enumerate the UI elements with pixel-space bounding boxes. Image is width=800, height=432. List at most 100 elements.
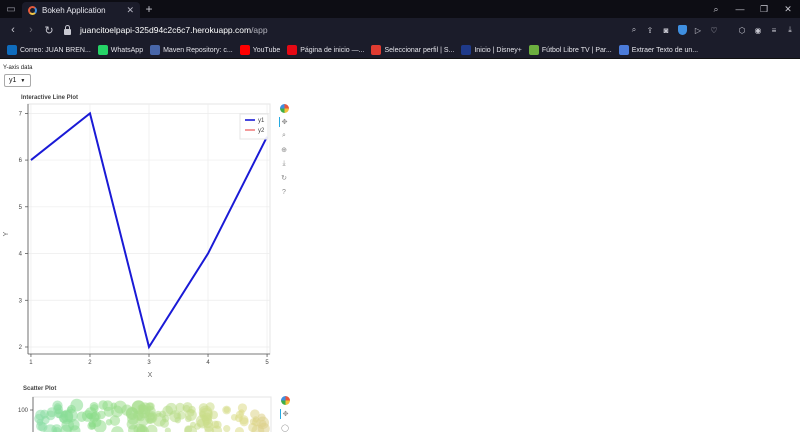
minimize-icon[interactable]: — — [728, 4, 752, 14]
bookmark-label: Correo: JUAN BREN... — [20, 46, 91, 54]
scatter-point — [61, 410, 68, 418]
bokeh-logo-icon[interactable] — [279, 103, 289, 113]
heart-icon[interactable]: ♡ — [708, 24, 720, 36]
x-tick-label: 5 — [265, 360, 269, 366]
bookmark-label: YouTube — [252, 46, 281, 54]
x-tick-label: 4 — [206, 360, 210, 366]
bookmark-item[interactable]: Extraer Texto de un... — [618, 45, 699, 55]
scatter-point — [235, 410, 244, 419]
bookmark-favicon-icon — [528, 45, 539, 55]
bookmark-label: Seleccionar perfil | S... — [384, 46, 455, 54]
bookmark-favicon-icon — [7, 45, 17, 55]
scatter-point — [249, 418, 258, 426]
help-tool-icon[interactable]: ? — [279, 187, 289, 197]
bookmark-label: Extraer Texto de un... — [631, 46, 699, 54]
scatter-y-tick-label: 100 — [18, 408, 29, 414]
browser-titlebar: ▭ Bokeh Application ✕ + ⌕ — ❐ ✕ — [0, 0, 800, 18]
bookmark-favicon-icon — [97, 45, 108, 55]
pan-tool-icon[interactable]: ✥ — [280, 409, 290, 419]
bookmark-label: Fútbol Libre TV | Par... — [541, 46, 612, 54]
lock-icon[interactable] — [58, 24, 76, 35]
scatter-point — [98, 400, 108, 410]
url-field[interactable]: juancitoelpapi-325d94c2c6c7.herokuapp.co… — [80, 25, 268, 35]
restore-icon[interactable]: ❐ — [752, 4, 776, 15]
line-plot[interactable]: 1 2 3 4 5 2 3 4 5 6 7 X Yy1 y2 100 — [0, 59, 800, 432]
camera-icon[interactable]: ◙ — [660, 24, 672, 36]
bookmark-favicon-icon — [239, 45, 250, 55]
menu-icon[interactable]: ≡ — [768, 24, 780, 36]
forward-icon[interactable]: › — [22, 24, 40, 36]
y-tick-label: 5 — [19, 205, 23, 211]
bookmark-item[interactable]: WhatsApp — [97, 45, 144, 55]
address-bar: ‹ › ↻ juancitoelpapi-325d94c2c6c7.heroku… — [0, 18, 800, 42]
save-tool-icon[interactable]: ⤓ — [279, 159, 289, 169]
scatter-point — [90, 404, 99, 413]
x-axis-label: X — [148, 372, 153, 379]
scatter-point — [67, 404, 76, 414]
bookmark-favicon-icon — [461, 45, 472, 55]
scatter-plot-toolbar: ✥ ◯ — [280, 395, 290, 432]
bokeh-favicon-icon — [28, 5, 37, 15]
close-tab-icon[interactable]: ✕ — [126, 5, 134, 16]
bookmark-item[interactable]: Fútbol Libre TV | Par... — [528, 45, 612, 55]
x-tick-label: 2 — [88, 360, 92, 366]
close-window-icon[interactable]: ✕ — [776, 4, 800, 15]
bookmark-item[interactable]: Inicio | Disney+ — [461, 45, 522, 55]
tab-actions-icon[interactable]: ▭ — [0, 0, 22, 18]
y-axis-label: Y — [3, 231, 10, 236]
bookmark-item[interactable]: Correo: JUAN BREN... — [7, 45, 91, 55]
bookmark-label: Página de inicio —... — [300, 46, 365, 54]
x-tick-label: 1 — [29, 360, 33, 366]
bokeh-logo-icon[interactable] — [280, 395, 290, 405]
cube-icon[interactable]: ⬡ — [736, 24, 748, 36]
scatter-plot-title: Scatter Plot — [23, 386, 57, 392]
y-tick-label: 3 — [19, 298, 23, 304]
y-tick-label: 4 — [19, 252, 23, 258]
lasso-tool-icon[interactable]: ◯ — [280, 423, 290, 432]
scatter-point — [162, 405, 174, 417]
reload-icon[interactable]: ↻ — [40, 24, 58, 37]
pan-tool-icon[interactable]: ✥ — [279, 117, 289, 127]
bookmark-favicon-icon — [150, 45, 161, 55]
play-icon[interactable]: ▷ — [692, 24, 704, 36]
scatter-point — [92, 417, 102, 427]
bookmark-item[interactable]: Maven Repository: c... — [150, 45, 233, 55]
bookmark-item[interactable]: YouTube — [239, 45, 281, 55]
y-tick-label: 7 — [19, 111, 23, 117]
scatter-point — [239, 417, 249, 427]
scatter-point — [199, 410, 206, 418]
bokeh-page: Y-axis data y1 ▼ Interactive Line Plot 1… — [0, 59, 800, 432]
bookmarks-bar: Correo: JUAN BREN... WhatsApp Maven Reposi… — [0, 42, 800, 59]
y-tick-label: 6 — [19, 158, 23, 164]
wheel-zoom-tool-icon[interactable]: ⊕ — [279, 145, 289, 155]
bookmark-favicon-icon — [618, 45, 629, 55]
vpn-shield-icon[interactable] — [676, 24, 688, 36]
share-icon[interactable]: ⇪ — [644, 24, 656, 36]
box-zoom-tool-icon[interactable]: ⌕ — [279, 131, 289, 141]
bookmark-label: Maven Repository: c... — [163, 46, 233, 54]
line-plot-toolbar: ✥ ⌕ ⊕ ⤓ ↻ ? — [279, 103, 289, 197]
legend-label: y2 — [258, 128, 265, 134]
extensions-icon[interactable]: ◉ — [752, 24, 764, 36]
bookmark-item[interactable]: Seleccionar perfil | S... — [371, 45, 454, 55]
tab-title: Bokeh Application — [42, 5, 106, 15]
zoom-icon[interactable]: ⌕ — [628, 24, 640, 36]
scatter-point — [205, 402, 215, 412]
new-tab-icon[interactable]: + — [140, 0, 158, 18]
bookmark-label: WhatsApp — [110, 46, 144, 54]
scatter-point — [105, 418, 113, 426]
bookmark-favicon-icon — [287, 45, 298, 55]
bookmark-item[interactable]: Página de inicio —... — [287, 45, 364, 55]
reset-tool-icon[interactable]: ↻ — [279, 173, 289, 183]
scatter-point — [223, 425, 231, 432]
browser-tab[interactable]: Bokeh Application ✕ — [22, 2, 140, 18]
scatter-point — [222, 405, 232, 415]
scatter-point — [177, 411, 186, 420]
download-icon[interactable]: ⤓ — [784, 24, 796, 36]
search-tabs-icon[interactable]: ⌕ — [704, 4, 728, 15]
scatter-point — [211, 420, 220, 429]
back-icon[interactable]: ‹ — [4, 24, 22, 36]
scatter-point — [184, 409, 197, 421]
scatter-point — [46, 407, 57, 418]
scatter-point — [86, 412, 93, 420]
